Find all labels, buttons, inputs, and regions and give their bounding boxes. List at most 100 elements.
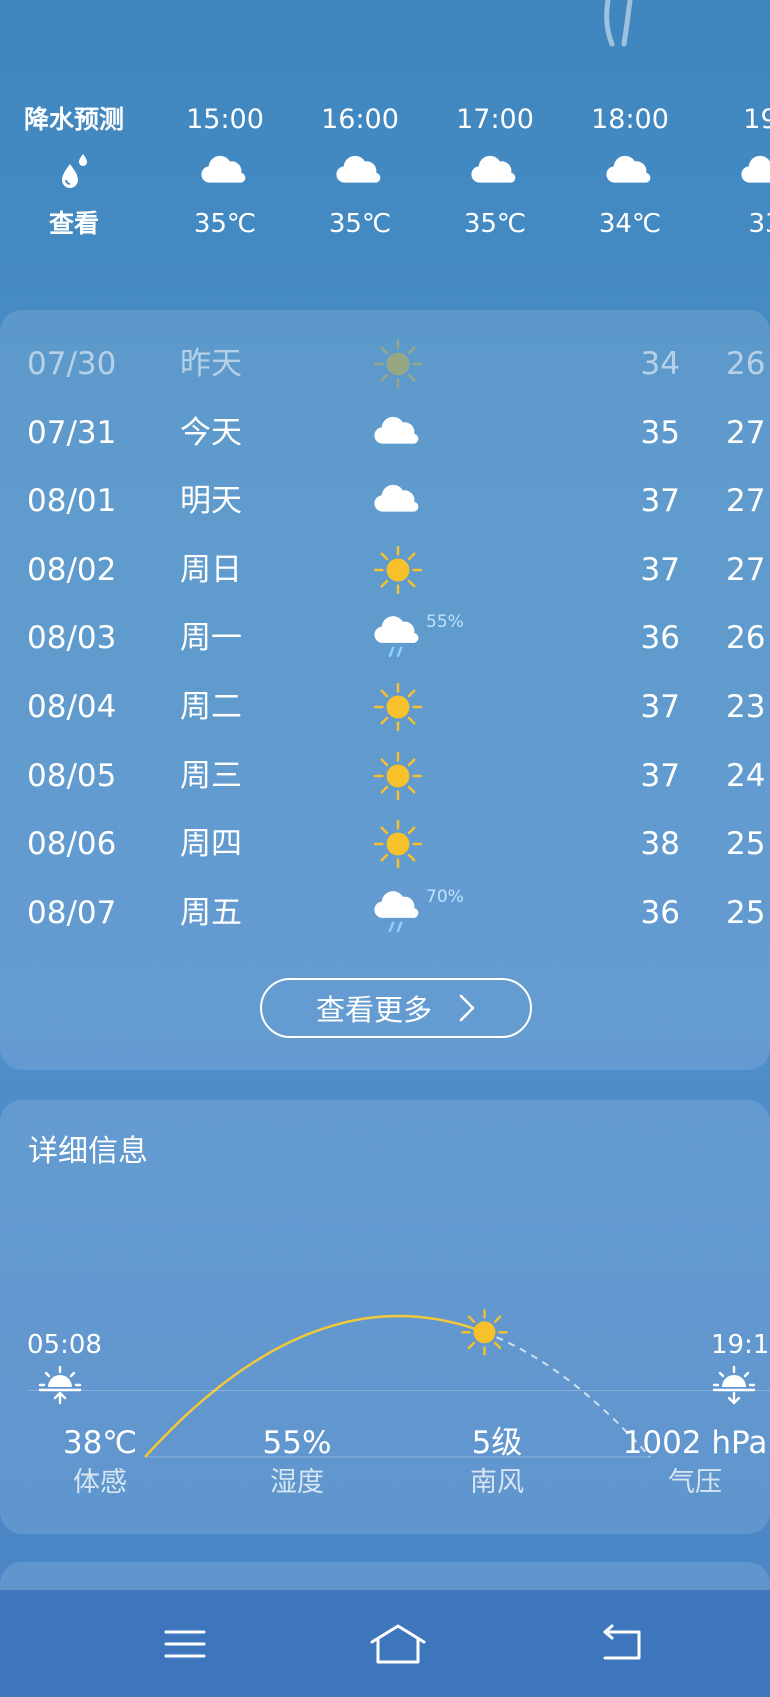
precip-label: 降水预测 bbox=[23, 105, 124, 134]
forecast-date: 08/05 bbox=[27, 757, 117, 794]
back-icon bbox=[603, 1624, 641, 1659]
detail-title: 详细信息 bbox=[28, 1134, 148, 1169]
cloud-icon bbox=[606, 155, 651, 183]
forecast-day-row[interactable]: 08/03 周一 55% 36 26 bbox=[0, 604, 770, 672]
forecast-weekday: 昨天 bbox=[180, 346, 242, 382]
forecast-weekday: 周日 bbox=[180, 551, 242, 588]
cloud-icon bbox=[471, 155, 516, 183]
menu-icon bbox=[164, 1630, 206, 1657]
forecast-date: 08/02 bbox=[27, 551, 117, 588]
metric-label: 湿度 bbox=[270, 1467, 324, 1498]
detail-metric: 1002 hPa 气压 bbox=[595, 1422, 770, 1502]
hour-slot: 16:00 35℃ bbox=[295, 100, 425, 244]
forecast-weekday: 今天 bbox=[180, 414, 242, 451]
forecast-high: 35 bbox=[640, 414, 680, 451]
precip-probability: 55% bbox=[426, 612, 464, 633]
metric-value: 55% bbox=[262, 1425, 332, 1461]
forecast-low: 25 bbox=[726, 894, 766, 931]
hour-temp: 35℃ bbox=[193, 209, 257, 239]
hour-slot: 19: 33 bbox=[700, 100, 770, 244]
detail-metric: 55% 湿度 bbox=[197, 1422, 397, 1502]
hour-temp: 35℃ bbox=[463, 209, 527, 239]
sun-icon bbox=[373, 545, 423, 594]
forecast-date: 07/30 bbox=[27, 346, 117, 382]
rain-cloud-icon bbox=[374, 890, 419, 932]
forecast-date: 08/03 bbox=[27, 620, 117, 657]
forecast-high: 37 bbox=[640, 551, 680, 588]
forecast-day-row[interactable]: 08/01 明天 37 27 bbox=[0, 467, 770, 535]
forecast-weekday: 周一 bbox=[180, 620, 242, 657]
forecast-day-row[interactable]: 08/06 周四 38 25 bbox=[0, 810, 770, 878]
sunrise-time: 05:08 bbox=[27, 1330, 102, 1360]
view-more-button[interactable]: 查看更多 bbox=[260, 978, 532, 1038]
forecast-weekday: 明天 bbox=[180, 483, 242, 520]
cloud-icon bbox=[374, 416, 419, 444]
sunrise-icon bbox=[38, 1365, 82, 1405]
hour-slot: 18:00 34℃ bbox=[565, 100, 695, 244]
hour-temp: 33 bbox=[748, 209, 770, 239]
hour-time: 17:00 bbox=[456, 104, 534, 135]
forecast-weekday: 周三 bbox=[180, 757, 242, 794]
view-more-label: 查看更多 bbox=[315, 993, 432, 1027]
chevron-right-icon bbox=[459, 994, 475, 1022]
hour-temp: 35℃ bbox=[328, 209, 392, 239]
metric-label: 南风 bbox=[470, 1467, 524, 1498]
forecast-high: 36 bbox=[640, 620, 680, 657]
forecast-high: 37 bbox=[640, 689, 680, 725]
precip-view-link[interactable]: 查看 bbox=[9, 204, 139, 244]
detail-metric: 38℃ 体感 bbox=[0, 1422, 200, 1502]
forecast-low: 27 bbox=[726, 551, 766, 588]
forecast-low: 25 bbox=[726, 826, 766, 863]
home-icon bbox=[370, 1624, 426, 1663]
forecast-low: 26 bbox=[726, 346, 766, 382]
forecast-day-row[interactable]: 07/31 今天 35 27 bbox=[0, 399, 770, 467]
cloud-icon bbox=[741, 155, 770, 183]
forecast-day-row[interactable]: 07/30 昨天 34 26 bbox=[0, 330, 770, 398]
forecast-low: 23 bbox=[726, 689, 766, 725]
detail-metric: 5级 南风 bbox=[397, 1422, 597, 1502]
forecast-high: 37 bbox=[640, 757, 680, 794]
hour-temp: 34℃ bbox=[598, 209, 662, 239]
forecast-day-row[interactable]: 08/04 周二 37 23 bbox=[0, 673, 770, 741]
hour-time: 19: bbox=[743, 104, 770, 135]
system-navbar bbox=[0, 1590, 770, 1697]
cloud-icon bbox=[374, 485, 419, 512]
hourly-forecast[interactable]: 降水预测 查看 15:00 35℃ 16:00 35℃ 17:00 35℃ 18:00 34℃… bbox=[0, 100, 770, 260]
precip-probability: 70% bbox=[426, 886, 464, 907]
forecast-day-row[interactable]: 08/05 周三 37 24 bbox=[0, 742, 770, 810]
sun-icon bbox=[373, 751, 423, 800]
sun-position-icon bbox=[461, 1309, 508, 1356]
menu-button[interactable] bbox=[130, 1590, 240, 1697]
metric-label: 气压 bbox=[668, 1467, 722, 1498]
forecast-low: 24 bbox=[726, 757, 766, 794]
sun-icon bbox=[373, 682, 423, 732]
hour-slot: 15:00 35℃ bbox=[160, 100, 290, 244]
hour-time: 15:00 bbox=[186, 104, 264, 135]
forecast-date: 08/06 bbox=[27, 826, 117, 863]
forecast-weekday: 周五 bbox=[180, 894, 242, 931]
forecast-date: 08/04 bbox=[27, 689, 117, 725]
hour-time: 16:00 bbox=[321, 104, 399, 135]
precip-forecast-button[interactable]: 降水预测 查看 bbox=[9, 100, 139, 244]
forecast-low: 27 bbox=[726, 483, 766, 520]
forecast-day-row[interactable]: 08/07 周五 70% 36 25 bbox=[0, 879, 770, 947]
divider bbox=[28, 1390, 770, 1391]
forecast-low: 27 bbox=[726, 414, 766, 451]
back-button[interactable] bbox=[567, 1590, 677, 1697]
forecast-high: 34 bbox=[640, 346, 680, 382]
forecast-date: 08/07 bbox=[27, 894, 117, 931]
forecast-high: 36 bbox=[640, 894, 680, 931]
raindrop-icon bbox=[62, 154, 87, 188]
sun-icon bbox=[373, 820, 423, 869]
cloud-icon bbox=[336, 155, 381, 183]
forecast-date: 07/31 bbox=[27, 414, 117, 451]
cloud-icon bbox=[201, 155, 246, 183]
forecast-day-row[interactable]: 08/02 周日 37 27 bbox=[0, 536, 770, 604]
forecast-low: 26 bbox=[726, 620, 766, 657]
forecast-weekday: 周二 bbox=[180, 689, 242, 725]
forecast-date: 08/01 bbox=[27, 483, 117, 520]
forecast-weekday: 周四 bbox=[180, 826, 242, 863]
home-button[interactable] bbox=[343, 1590, 453, 1697]
forecast-high: 38 bbox=[640, 826, 680, 863]
sunset-icon bbox=[712, 1365, 756, 1405]
